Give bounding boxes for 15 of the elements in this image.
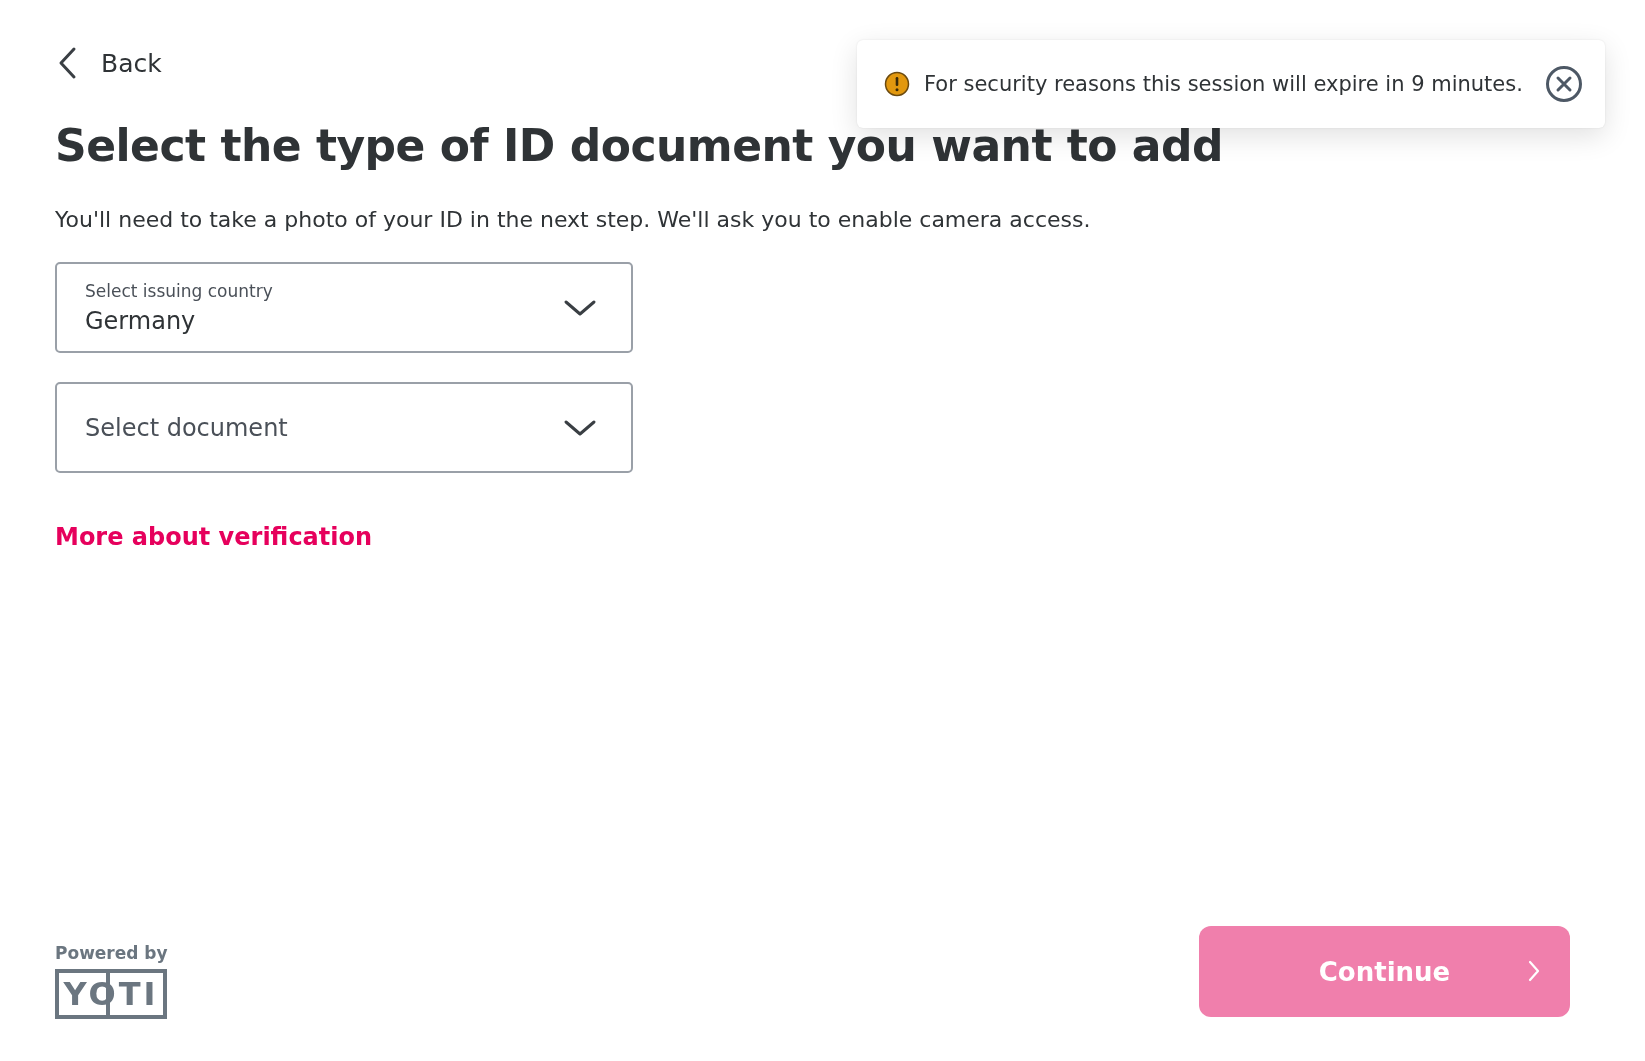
verification-link[interactable]: More about verification — [55, 523, 373, 551]
selected-value: Germany — [85, 306, 197, 335]
chevron-left-icon — [57, 46, 77, 80]
document-select[interactable]: Select document — [55, 382, 633, 473]
page-title: Select the type of ID document you want to add — [55, 120, 1223, 171]
warning-icon — [884, 71, 910, 97]
powered-by-text: Powered by — [55, 943, 168, 963]
country-select[interactable]: Select issuing country Germany — [55, 262, 633, 353]
placeholder-text: Select document — [85, 413, 288, 442]
close-icon[interactable] — [1545, 65, 1583, 103]
field-label: Select issuing country — [85, 280, 273, 301]
toast-message: For security reasons this session will expire in 9 minutes. — [924, 72, 1524, 96]
instruction-text: You'll need to take a photo of your ID in the next step. We'll ask you to enable camera access. — [55, 207, 1091, 232]
chevron-right-icon — [1528, 960, 1540, 982]
back-link[interactable]: Back — [57, 46, 162, 80]
